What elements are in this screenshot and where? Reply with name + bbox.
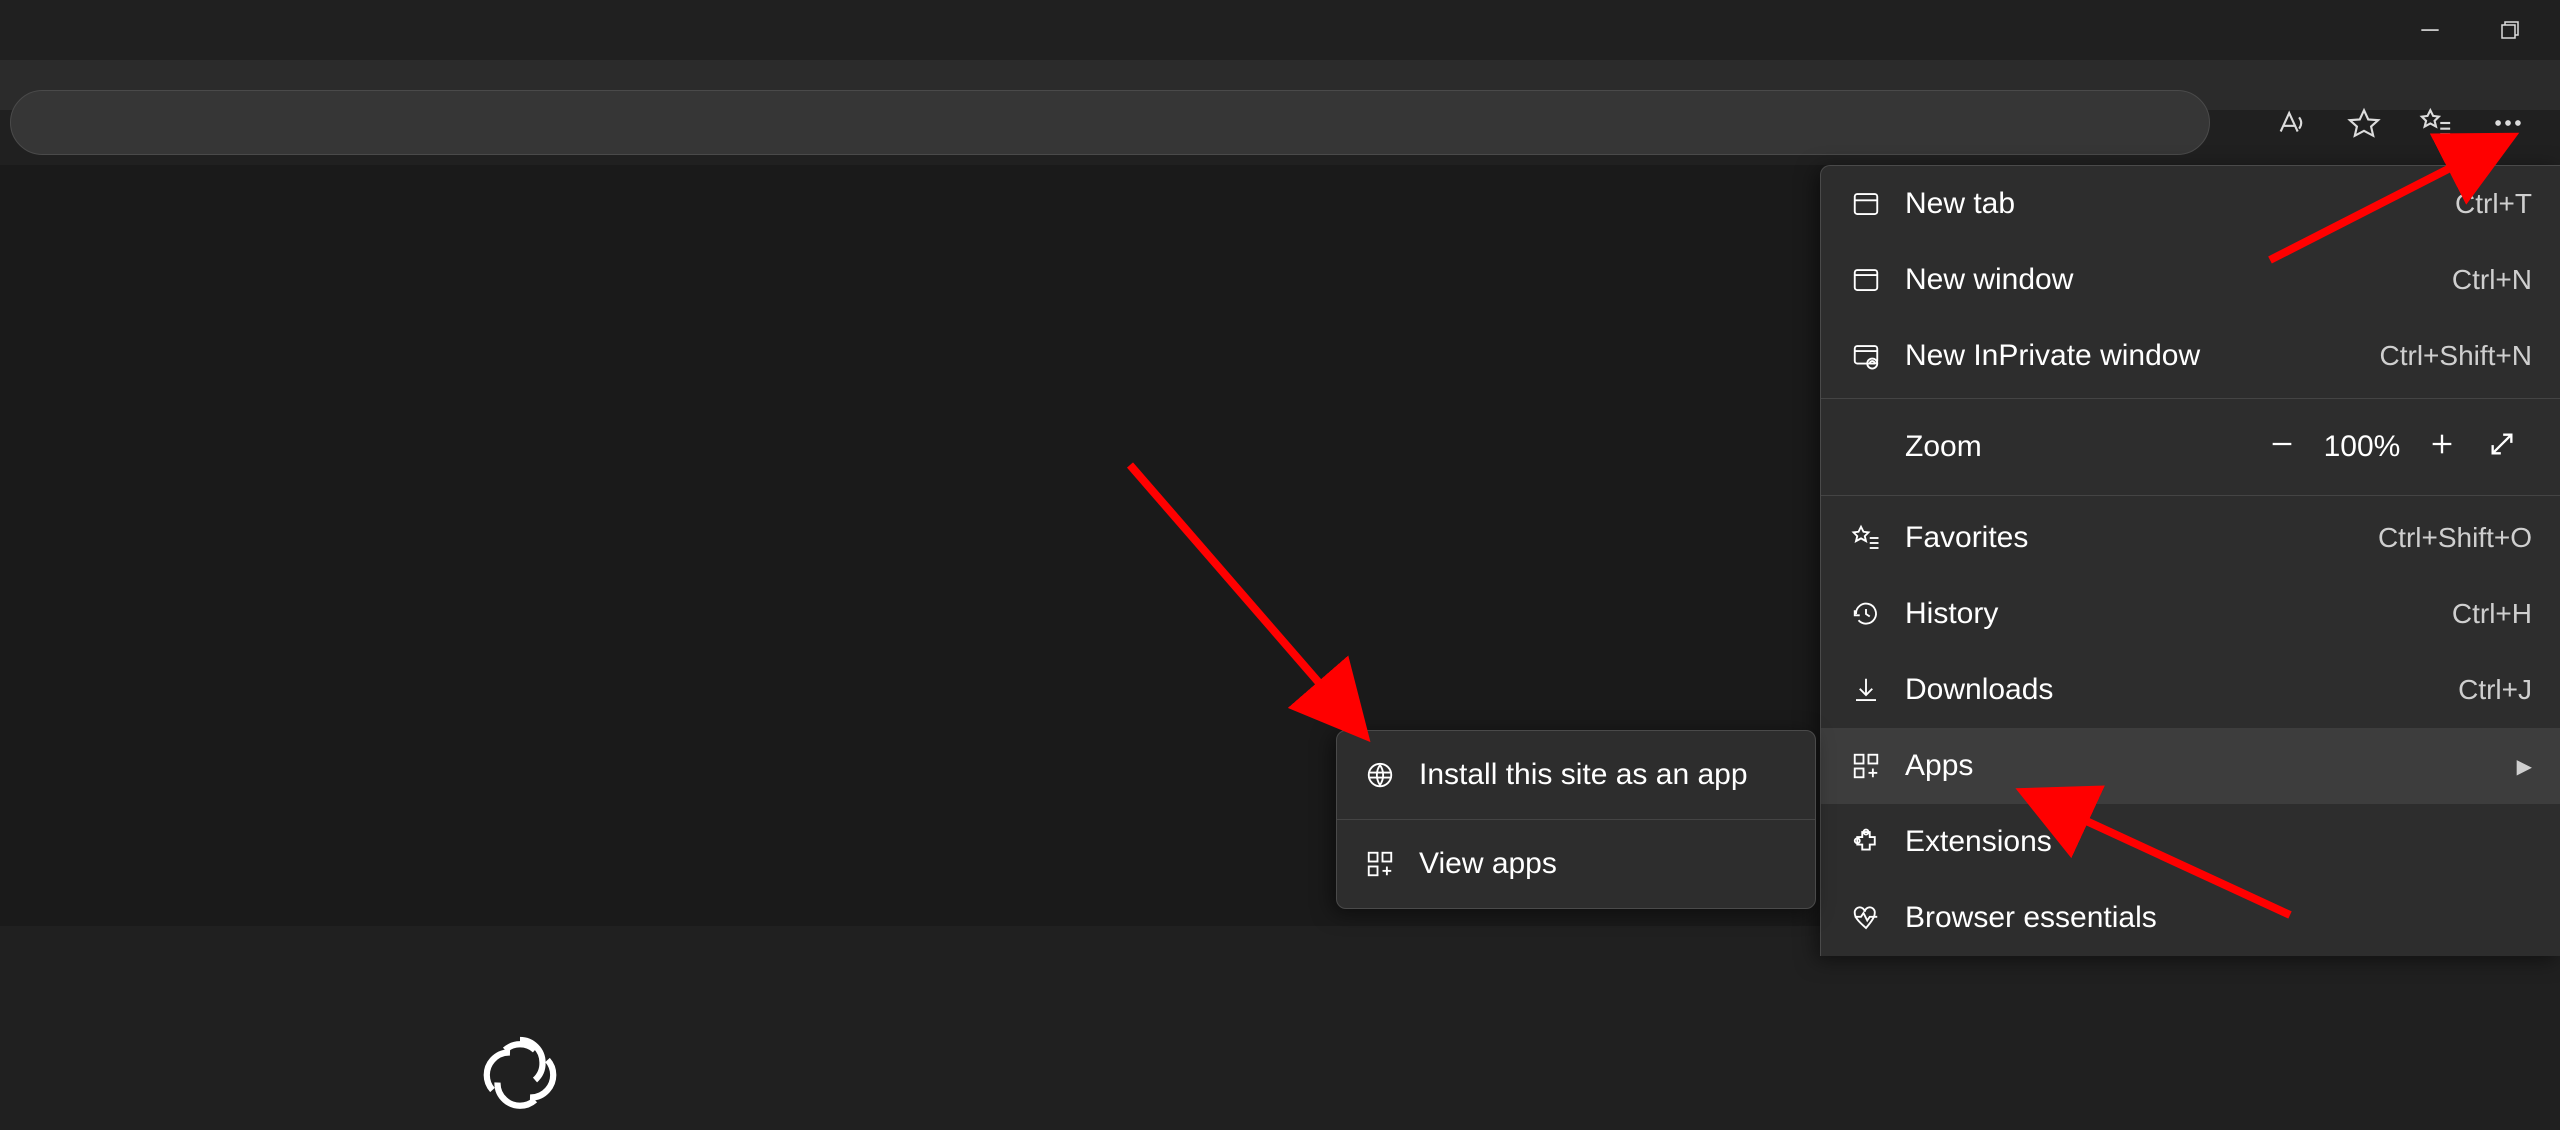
downloads-icon — [1849, 673, 1883, 707]
menu-shortcut: Ctrl+Shift+N — [2380, 340, 2533, 372]
menu-item-inprivate[interactable]: New InPrivate window Ctrl+Shift+N — [1821, 318, 2560, 394]
minimize-button[interactable] — [2410, 10, 2450, 50]
favorites-list-icon[interactable] — [2414, 101, 2458, 145]
openai-logo-icon — [470, 1025, 570, 1130]
history-icon — [1849, 597, 1883, 631]
maximize-button[interactable] — [2490, 10, 2530, 50]
site-app-icon — [1363, 758, 1397, 792]
menu-item-apps[interactable]: Apps ▶ — [1821, 728, 2560, 804]
zoom-in-button[interactable] — [2412, 429, 2472, 466]
settings-more-icon[interactable] — [2486, 101, 2530, 145]
menu-label: New tab — [1905, 187, 2433, 221]
menu-label: History — [1905, 597, 2430, 631]
apps-icon — [1849, 749, 1883, 783]
address-bar[interactable] — [10, 90, 2210, 155]
menu-item-downloads[interactable]: Downloads Ctrl+J — [1821, 652, 2560, 728]
menu-item-new-window[interactable]: New window Ctrl+N — [1821, 242, 2560, 318]
chevron-right-icon: ▶ — [2517, 754, 2532, 779]
submenu-item-install-app[interactable]: Install this site as an app — [1337, 731, 1815, 819]
menu-shortcut: Ctrl+N — [2452, 264, 2532, 296]
menu-label: Favorites — [1905, 521, 2356, 555]
favorites-icon — [1849, 521, 1883, 555]
menu-separator — [1821, 495, 2560, 496]
menu-shortcut: Ctrl+T — [2455, 188, 2532, 220]
fullscreen-button[interactable] — [2472, 429, 2532, 466]
menu-label: New InPrivate window — [1905, 339, 2358, 373]
menu-item-zoom: Zoom 100% — [1821, 403, 2560, 491]
favorite-star-icon[interactable] — [2342, 101, 2386, 145]
menu-label: Extensions — [1905, 825, 2532, 859]
heart-pulse-icon — [1849, 901, 1883, 935]
new-window-icon — [1849, 263, 1883, 297]
menu-item-favorites[interactable]: Favorites Ctrl+Shift+O — [1821, 500, 2560, 576]
menu-shortcut: Ctrl+H — [2452, 598, 2532, 630]
submenu-item-view-apps[interactable]: View apps — [1337, 820, 1815, 908]
menu-label: Apps — [1905, 749, 2495, 783]
menu-shortcut: Ctrl+J — [2458, 674, 2532, 706]
menu-separator — [1821, 398, 2560, 399]
menu-label: New window — [1905, 263, 2430, 297]
menu-item-extensions[interactable]: Extensions — [1821, 804, 2560, 880]
toolbar-right — [2270, 90, 2550, 155]
submenu-label: View apps — [1419, 847, 1789, 881]
view-apps-icon — [1363, 847, 1397, 881]
window-controls — [2410, 0, 2560, 60]
apps-submenu: Install this site as an app View apps — [1336, 730, 1816, 909]
menu-item-history[interactable]: History Ctrl+H — [1821, 576, 2560, 652]
menu-item-new-tab[interactable]: New tab Ctrl+T — [1821, 166, 2560, 242]
zoom-out-button[interactable] — [2252, 429, 2312, 466]
menu-shortcut: Ctrl+Shift+O — [2378, 522, 2532, 554]
menu-label: Downloads — [1905, 673, 2436, 707]
submenu-label: Install this site as an app — [1419, 758, 1789, 792]
settings-menu: New tab Ctrl+T New window Ctrl+N New InP… — [1820, 165, 2560, 956]
inprivate-icon — [1849, 339, 1883, 373]
menu-item-browser-essentials[interactable]: Browser essentials — [1821, 880, 2560, 956]
read-aloud-icon[interactable] — [2270, 101, 2314, 145]
new-tab-icon — [1849, 187, 1883, 221]
zoom-value: 100% — [2312, 430, 2412, 464]
zoom-label: Zoom — [1905, 430, 1982, 464]
menu-label: Browser essentials — [1905, 901, 2532, 935]
extensions-icon — [1849, 825, 1883, 859]
